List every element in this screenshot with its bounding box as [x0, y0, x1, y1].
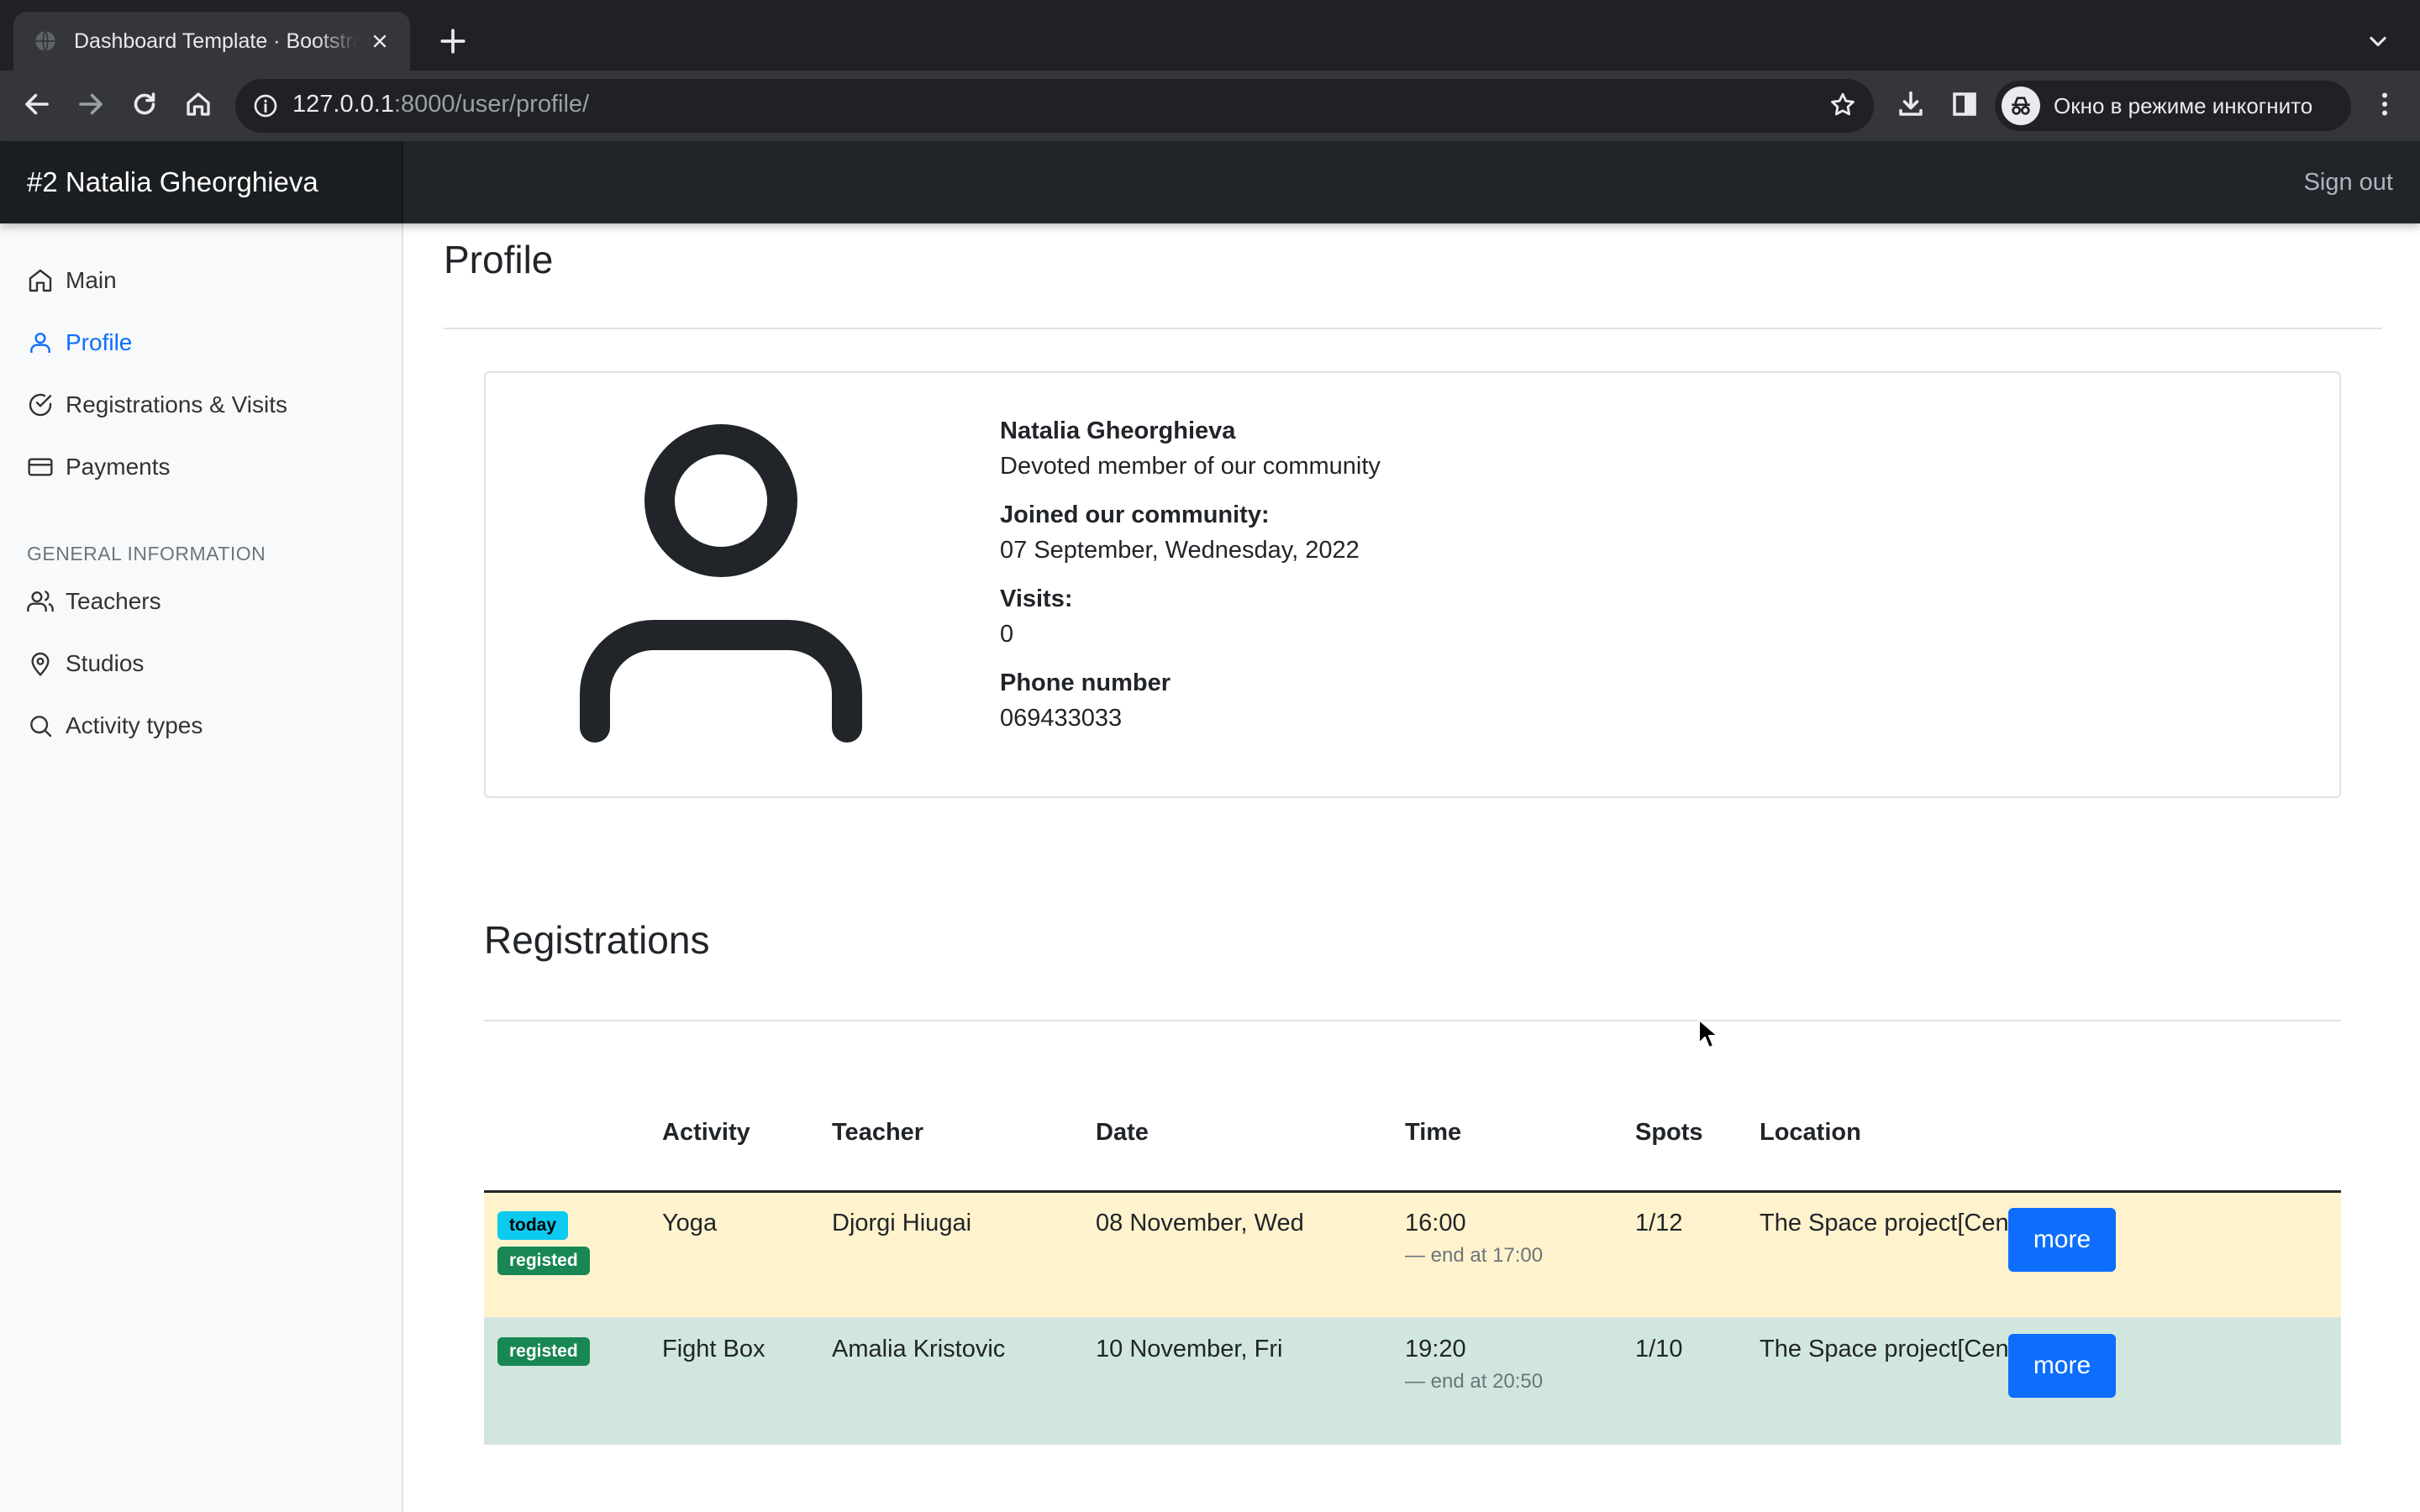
page-title: Profile	[444, 238, 554, 281]
browser-tab[interactable]: Dashboard Template · Bootstrap	[13, 12, 410, 71]
close-icon[interactable]	[370, 31, 390, 51]
incognito-label: Окно в режиме инкогнито	[2054, 92, 2313, 118]
home-icon	[29, 269, 52, 292]
url-path: :8000/user/profile/	[393, 91, 590, 118]
column-header-spots: Spots	[1635, 1119, 1703, 1146]
phone-value: 069433033	[1000, 705, 1123, 732]
url-host: 127.0.0.1	[292, 91, 394, 118]
sidebar-item-label: Registrations & Visits	[66, 391, 288, 417]
sidebar-item-activity-types[interactable]: Activity types	[27, 705, 203, 747]
navbar-brand[interactable]: #2 Natalia Gheorghieva	[0, 141, 403, 223]
top-navbar: #2 Natalia Gheorghieva Sign out	[0, 141, 2420, 223]
profile-name: Natalia Gheorghieva	[1000, 417, 1236, 444]
home-button-icon[interactable]	[183, 89, 213, 119]
cell-teacher: Djorgi Hiugai	[832, 1210, 972, 1236]
sidebar-heading: General information	[27, 543, 266, 564]
sidebar-item-label: Payments	[66, 454, 171, 480]
download-icon[interactable]	[1896, 89, 1926, 119]
users-icon	[27, 590, 54, 612]
time-end: — end at 17:00	[1405, 1244, 1544, 1267]
time-start: 16:00	[1405, 1210, 1466, 1236]
sidebar-item-label: Profile	[66, 329, 133, 355]
browser-menu-kebab-icon[interactable]	[2370, 89, 2400, 119]
sidebar-item-label: Main	[66, 267, 117, 293]
cell-time: 19:20 — end at 20:50	[1405, 1336, 1543, 1394]
user-icon	[30, 333, 50, 353]
visits-value: 0	[1000, 621, 1014, 648]
column-header-time: Time	[1405, 1119, 1462, 1146]
tab-title: Dashboard Template · Bootstrap	[74, 29, 358, 53]
profile-visits-block: Visits: 0	[1000, 581, 1073, 652]
cell-date: 10 November, Fri	[1096, 1336, 1283, 1362]
sidebar-item-label: Activity types	[66, 712, 203, 738]
credit-card-icon	[28, 458, 53, 476]
sidebar-item-payments[interactable]: Payments	[27, 446, 171, 488]
sidebar-item-teachers[interactable]: Teachers	[27, 580, 161, 622]
map-pin-icon	[31, 652, 50, 677]
joined-value: 07 September, Wednesday, 2022	[1000, 537, 1360, 564]
globe-icon	[35, 30, 55, 52]
more-button[interactable]: more	[2008, 1334, 2116, 1398]
time-end: — end at 20:50	[1405, 1370, 1544, 1393]
column-header-teacher: Teacher	[832, 1119, 924, 1146]
incognito-indicator[interactable]: Окно в режиме инкогнито	[1995, 81, 2351, 131]
mouse-cursor-icon	[1698, 1019, 1718, 1048]
profile-joined-block: Joined our community: 07 September, Wedn…	[1000, 497, 1360, 568]
chevron-down-icon[interactable]	[2366, 30, 2390, 54]
cell-location: The Space project[Center]	[1760, 1336, 2044, 1362]
sidebar-item-studios[interactable]: Studios	[27, 643, 144, 685]
search-icon	[30, 716, 52, 738]
sidebar-item-registrations[interactable]: Registrations & Visits	[27, 384, 287, 426]
time-start: 19:20	[1405, 1336, 1466, 1362]
registrations-table: Activity Teacher Date Time Spots Locatio…	[484, 1109, 2341, 1445]
sidebar-item-main[interactable]: Main	[27, 260, 117, 302]
cell-location: The Space project[Center]	[1760, 1210, 2044, 1236]
registrations-title: Registrations	[484, 918, 710, 962]
table-row: registed Fight Box Amalia Kristovic 10 N…	[484, 1319, 2341, 1445]
more-button[interactable]: more	[2008, 1208, 2116, 1272]
cell-spots: 1/10	[1635, 1336, 1683, 1362]
profile-name-block: Natalia Gheorghieva Devoted member of ou…	[1000, 413, 1381, 484]
sidebar-item-label: Teachers	[66, 588, 161, 614]
check-circle-icon	[29, 393, 52, 417]
profile-tagline: Devoted member of our community	[1000, 453, 1381, 480]
reload-icon[interactable]	[129, 89, 160, 119]
joined-label: Joined our community:	[1000, 501, 1270, 528]
new-tab-plus-icon[interactable]	[439, 27, 467, 55]
cell-time: 16:00 — end at 17:00	[1405, 1210, 1543, 1268]
profile-phone-block: Phone number 069433033	[1000, 665, 1171, 736]
divider	[444, 328, 2381, 329]
sign-out-link[interactable]: Sign out	[2304, 141, 2393, 223]
cell-activity: Yoga	[662, 1210, 718, 1236]
bookmark-star-icon[interactable]	[1828, 91, 1857, 119]
visits-label: Visits:	[1000, 585, 1073, 612]
forward-arrow-icon[interactable]	[76, 89, 106, 119]
divider	[484, 1020, 2341, 1021]
registered-badge: registed	[497, 1337, 590, 1366]
sidebar: Main Profile Registrations & Visits Paym…	[0, 223, 403, 1512]
cell-date: 08 November, Wed	[1096, 1210, 1304, 1236]
cell-activity: Fight Box	[662, 1336, 765, 1362]
user-avatar-icon	[580, 424, 862, 743]
cell-teacher: Amalia Kristovic	[832, 1336, 1006, 1362]
table-row: today registed Yoga Djorgi Hiugai 08 Nov…	[484, 1193, 2341, 1319]
browser-tabstrip: Dashboard Template · Bootstrap	[0, 0, 2420, 71]
sidebar-item-label: Studios	[66, 650, 145, 676]
table-header: Activity Teacher Date Time Spots Locatio…	[484, 1109, 2341, 1193]
today-badge: today	[497, 1211, 569, 1240]
phone-label: Phone number	[1000, 669, 1171, 696]
address-url[interactable]: 127.0.0.1:8000/user/profile/	[292, 91, 589, 118]
column-header-date: Date	[1096, 1119, 1149, 1146]
registered-badge: registed	[497, 1247, 590, 1275]
cell-spots: 1/12	[1635, 1210, 1683, 1236]
sidebar-item-profile[interactable]: Profile	[27, 322, 132, 364]
back-arrow-icon[interactable]	[22, 89, 52, 119]
column-header-location: Location	[1760, 1119, 1861, 1146]
profile-card: Natalia Gheorghieva Devoted member of ou…	[484, 371, 2341, 798]
column-header-activity: Activity	[662, 1119, 750, 1146]
incognito-icon	[2002, 87, 2040, 125]
side-panel-icon[interactable]	[1949, 89, 1980, 119]
site-info-icon[interactable]	[252, 92, 279, 119]
